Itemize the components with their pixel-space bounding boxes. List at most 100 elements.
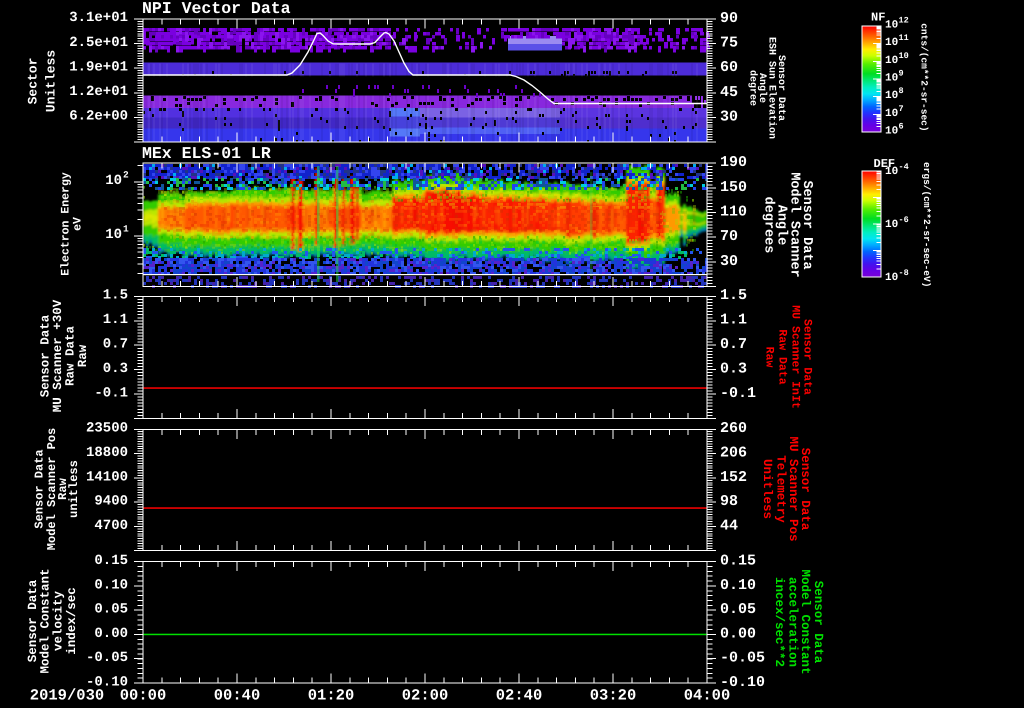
svg-text:-0.1: -0.1 <box>94 385 128 401</box>
svg-text:-8: -8 <box>899 268 909 278</box>
svg-text:44: 44 <box>720 517 738 534</box>
svg-text:Raw: Raw <box>763 347 776 368</box>
svg-text:1.5: 1.5 <box>103 288 128 304</box>
svg-text:10: 10 <box>885 126 898 138</box>
svg-text:0.15: 0.15 <box>94 553 128 569</box>
svg-text:02:40: 02:40 <box>496 687 543 705</box>
svg-text:7: 7 <box>899 104 904 114</box>
svg-text:10: 10 <box>899 51 909 61</box>
svg-text:ergs/(cm**2-sr-sec-eV): ergs/(cm**2-sr-sec-eV) <box>921 162 932 287</box>
svg-text:70: 70 <box>720 228 738 245</box>
svg-text:152: 152 <box>720 469 747 486</box>
svg-text:1.2e+01: 1.2e+01 <box>69 84 128 100</box>
svg-text:0.00: 0.00 <box>720 625 756 642</box>
svg-text:9400: 9400 <box>94 494 128 510</box>
svg-text:00:40: 00:40 <box>214 687 261 705</box>
svg-text:0.10: 0.10 <box>94 577 128 593</box>
svg-text:degree: degree <box>747 70 759 106</box>
svg-text:60: 60 <box>720 59 738 76</box>
svg-text:10: 10 <box>105 227 122 243</box>
svg-text:190: 190 <box>720 154 747 171</box>
svg-text:Unitless: Unitless <box>44 50 59 113</box>
svg-text:10: 10 <box>885 90 898 102</box>
svg-text:MU Scanner InIt: MU Scanner InIt <box>789 305 802 409</box>
svg-text:3.1e+01: 3.1e+01 <box>69 10 128 26</box>
svg-text:10: 10 <box>105 173 122 189</box>
svg-text:8: 8 <box>899 86 904 96</box>
svg-text:0.05: 0.05 <box>720 601 756 618</box>
svg-text:Sector: Sector <box>26 58 41 105</box>
svg-text:-0.1: -0.1 <box>720 385 756 402</box>
svg-text:cnts/(cm**2-sr-sec): cnts/(cm**2-sr-sec) <box>919 23 930 131</box>
svg-text:10: 10 <box>885 108 898 120</box>
svg-text:Raw: Raw <box>76 344 90 367</box>
svg-text:NF: NF <box>871 11 885 25</box>
svg-text:6.2e+00: 6.2e+00 <box>69 109 128 125</box>
svg-text:velocity: velocity <box>52 590 66 651</box>
svg-text:206: 206 <box>720 445 747 462</box>
svg-text:0.3: 0.3 <box>103 361 128 377</box>
svg-text:-4: -4 <box>899 162 909 172</box>
svg-text:30: 30 <box>720 108 738 125</box>
svg-text:260: 260 <box>720 420 747 437</box>
svg-text:Telemetry: Telemetry <box>774 455 788 523</box>
svg-text:Raw Data: Raw Data <box>776 329 789 384</box>
svg-text:98: 98 <box>720 493 738 510</box>
svg-text:10: 10 <box>885 55 898 67</box>
svg-text:-0.05: -0.05 <box>86 650 128 666</box>
svg-text:10: 10 <box>885 272 898 284</box>
svg-text:1.9e+01: 1.9e+01 <box>69 59 128 75</box>
svg-text:4700: 4700 <box>94 518 128 534</box>
svg-text:incex/sec**2: incex/sec**2 <box>772 577 786 667</box>
svg-text:45: 45 <box>720 84 738 101</box>
svg-text:acceleration: acceleration <box>786 577 800 667</box>
svg-text:00:00: 00:00 <box>120 687 167 705</box>
svg-text:0.15: 0.15 <box>720 553 756 570</box>
svg-text:-0.05: -0.05 <box>720 650 765 667</box>
svg-text:11: 11 <box>899 33 909 43</box>
svg-text:18800: 18800 <box>86 445 128 461</box>
svg-text:0.3: 0.3 <box>720 360 747 377</box>
svg-text:0.10: 0.10 <box>720 577 756 594</box>
svg-text:12: 12 <box>899 16 909 26</box>
svg-text:2.5e+01: 2.5e+01 <box>69 35 128 51</box>
svg-text:10: 10 <box>885 37 898 49</box>
svg-text:index/sec: index/sec <box>65 587 79 655</box>
svg-text:-6: -6 <box>899 215 909 225</box>
svg-text:10: 10 <box>885 166 898 178</box>
svg-text:MEx ELS-01 LR: MEx ELS-01 LR <box>142 144 271 163</box>
svg-text:30: 30 <box>720 253 738 270</box>
svg-text:NPI Vector Data: NPI Vector Data <box>142 0 291 18</box>
svg-text:unitless: unitless <box>67 460 81 518</box>
svg-text:0.7: 0.7 <box>720 336 747 353</box>
svg-text:1.1: 1.1 <box>103 312 128 328</box>
svg-text:10: 10 <box>885 73 898 85</box>
svg-text:0.05: 0.05 <box>94 602 128 618</box>
svg-text:6: 6 <box>899 122 904 132</box>
svg-text:90: 90 <box>720 10 738 27</box>
svg-text:1: 1 <box>123 223 129 234</box>
svg-text:eV: eV <box>72 217 85 231</box>
svg-text:04:00: 04:00 <box>684 687 731 705</box>
svg-text:01:20: 01:20 <box>308 687 355 705</box>
svg-text:150: 150 <box>720 179 747 196</box>
svg-text:110: 110 <box>720 204 747 221</box>
svg-text:14100: 14100 <box>86 469 128 485</box>
svg-text:Unitless: Unitless <box>760 459 774 519</box>
svg-text:75: 75 <box>720 35 738 52</box>
svg-text:1.1: 1.1 <box>720 312 747 329</box>
svg-text:degrees: degrees <box>761 197 776 254</box>
svg-text:Model Constant: Model Constant <box>39 568 53 673</box>
svg-text:10: 10 <box>885 219 898 231</box>
svg-text:10: 10 <box>885 20 898 32</box>
svg-text:23500: 23500 <box>86 421 128 437</box>
svg-text:1.5: 1.5 <box>720 287 747 304</box>
svg-text:02:00: 02:00 <box>402 687 449 705</box>
svg-text:Sensor Data: Sensor Data <box>811 581 825 664</box>
svg-text:0.00: 0.00 <box>94 626 128 642</box>
svg-text:03:20: 03:20 <box>590 687 637 705</box>
svg-text:0.7: 0.7 <box>103 336 128 352</box>
svg-text:9: 9 <box>899 69 904 79</box>
svg-text:2: 2 <box>123 169 129 180</box>
svg-text:2019/030: 2019/030 <box>30 687 104 705</box>
